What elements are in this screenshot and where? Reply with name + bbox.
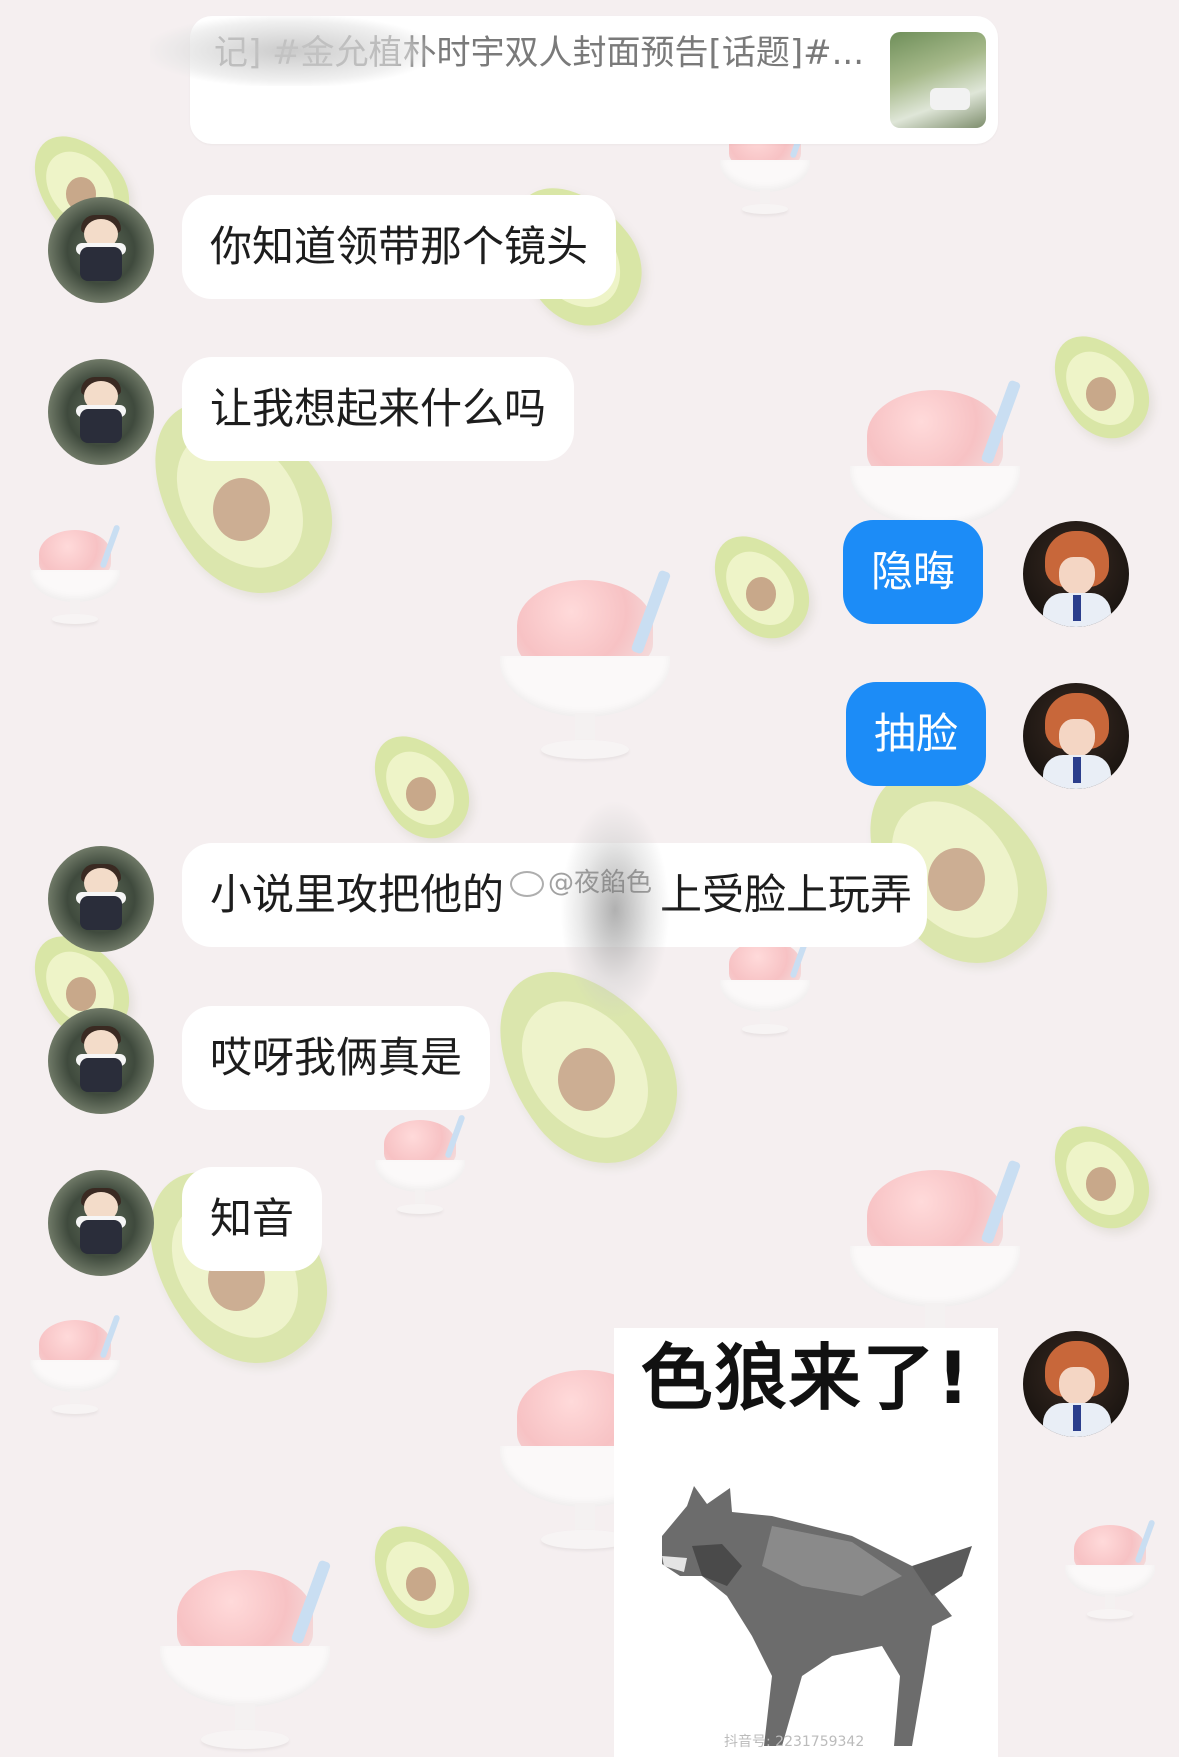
shaved-ice-decoration — [160, 1559, 331, 1757]
message-bubble-incoming[interactable]: 知音 — [182, 1167, 323, 1271]
shaved-ice-decoration — [375, 1114, 466, 1220]
message-bubble-incoming[interactable]: 让我想起来什么吗 — [182, 357, 575, 461]
avocado-decoration — [694, 517, 826, 655]
self-avatar[interactable] — [1023, 1331, 1129, 1437]
shaved-ice-decoration — [1065, 1519, 1156, 1625]
avocado-decoration — [1034, 317, 1166, 455]
shared-link-card[interactable]: 记] #金允植朴时宇双人封面预告[话题]#... — [150, 16, 998, 144]
shaved-ice-decoration — [500, 569, 671, 770]
weibo-watermark: @夜餡色 — [510, 862, 652, 899]
redaction-blur — [150, 16, 430, 86]
sticker-watermark: 抖音号: 2231759342 — [724, 1734, 865, 1750]
self-avatar[interactable] — [1023, 521, 1129, 627]
message-bubble-incoming[interactable]: 哎呀我俩真是 — [182, 1006, 491, 1110]
contact-avatar[interactable] — [48, 846, 154, 952]
message-text-end: 上受脸上玩弄 — [660, 870, 913, 919]
message-text-start: 小说里攻把他的 — [210, 870, 505, 919]
contact-avatar[interactable] — [48, 1170, 154, 1276]
shaved-ice-decoration — [30, 1314, 121, 1420]
wolf-illustration — [662, 1486, 972, 1746]
contact-avatar[interactable] — [48, 197, 154, 303]
avocado-decoration — [354, 717, 486, 855]
avocado-decoration — [1034, 1107, 1166, 1245]
shaved-ice-decoration — [30, 524, 121, 630]
avocado-decoration — [354, 1507, 486, 1645]
chat-view: 记] #金允植朴时宇双人封面预告[话题]#... 你知道领带那个镜头 让我想起来… — [0, 0, 1179, 1757]
contact-avatar[interactable] — [48, 1008, 154, 1114]
contact-avatar[interactable] — [48, 359, 154, 465]
message-bubble-outgoing[interactable]: 抽脸 — [846, 682, 987, 786]
smudge-overlay — [560, 800, 670, 1020]
sticker-caption: 色狼来了! — [640, 1336, 972, 1420]
watermark-text: @夜餡色 — [548, 868, 653, 898]
weibo-logo-icon — [510, 870, 544, 897]
self-avatar[interactable] — [1023, 683, 1129, 789]
shaved-ice-decoration — [720, 934, 811, 1040]
link-card-thumbnail — [890, 32, 986, 128]
message-bubble-outgoing[interactable]: 隐晦 — [843, 520, 984, 624]
sticker-message[interactable]: 色狼来了! 抖音号: 2231759342 — [614, 1328, 998, 1757]
message-bubble-incoming[interactable]: 你知道领带那个镜头 — [182, 195, 617, 299]
